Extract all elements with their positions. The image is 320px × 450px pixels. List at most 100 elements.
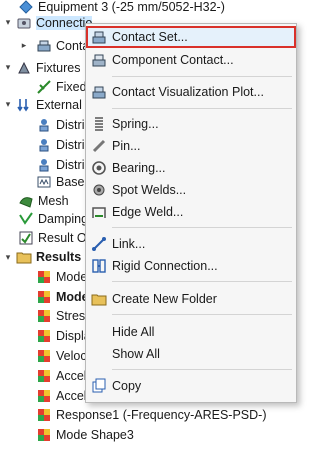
collapse-toggle[interactable]: ▾ xyxy=(2,99,14,110)
menu-separator xyxy=(112,76,292,77)
menu-label-create-new-folder: Create New Folder xyxy=(112,292,217,306)
plot-icon xyxy=(36,388,52,404)
menu-item-contact-set[interactable]: Contact Set... xyxy=(86,26,296,48)
tree-label-fixtures: Fixtures xyxy=(36,61,81,75)
tree-item-distributed-mass-1[interactable]: Distri xyxy=(36,114,84,136)
edge-weld-icon xyxy=(91,204,107,220)
menu-item-link[interactable]: Link... xyxy=(86,233,296,255)
spring-icon xyxy=(91,116,107,132)
menu-label-pin: Pin... xyxy=(112,139,141,153)
distributed-mass-icon xyxy=(36,137,52,153)
plot-icon xyxy=(36,427,52,443)
menu-separator xyxy=(112,314,292,315)
plot-icon xyxy=(36,407,52,423)
copy-icon xyxy=(91,378,107,394)
contact-icon xyxy=(36,38,52,54)
tree-label-distrib-2: Distri xyxy=(56,138,85,152)
menu-label-link: Link... xyxy=(112,237,146,251)
menu-separator xyxy=(112,227,292,228)
menu-separator xyxy=(112,281,292,282)
fixed-geometry-icon xyxy=(36,79,52,95)
plot-icon xyxy=(36,308,52,324)
tree-item-results[interactable]: Results xyxy=(16,246,81,268)
loads-icon xyxy=(16,97,32,113)
menu-separator xyxy=(112,369,292,370)
results-folder-icon xyxy=(16,249,32,265)
distributed-mass-icon xyxy=(36,117,52,133)
tree-label-mesh: Mesh xyxy=(38,194,69,208)
plot-icon xyxy=(36,289,52,305)
menu-label-rigid-connection: Rigid Connection... xyxy=(112,259,218,273)
collapse-toggle[interactable]: ▾ xyxy=(2,62,14,73)
menu-label-edge-weld: Edge Weld... xyxy=(112,205,184,219)
tree-label-damping: Damping xyxy=(38,212,89,226)
tree-label-external-loads: External L xyxy=(36,98,93,112)
tree-item-connections[interactable]: Connectio xyxy=(16,12,93,34)
tree-item-contact[interactable]: Conta xyxy=(36,35,89,57)
tree-label-velocity: Veloc xyxy=(56,349,87,363)
menu-item-edge-weld[interactable]: Edge Weld... xyxy=(86,201,296,223)
tree-item-distributed-mass-2[interactable]: Distri xyxy=(36,134,84,156)
menu-label-show-all: Show All xyxy=(112,347,160,361)
plot-icon xyxy=(36,348,52,364)
tree-item-external-loads[interactable]: External L xyxy=(16,94,92,116)
menu-label-contact-set: Contact Set... xyxy=(112,30,188,44)
menu-item-spring[interactable]: Spring... xyxy=(86,113,296,135)
link-icon xyxy=(91,236,107,252)
collapse-toggle[interactable]: ▾ xyxy=(2,252,14,263)
result-options-icon xyxy=(18,230,34,246)
tree-label-distrib-3: Distri xyxy=(56,158,85,172)
menu-item-copy[interactable]: Copy xyxy=(86,375,296,397)
bearing-icon xyxy=(91,160,107,176)
menu-item-spot-welds[interactable]: Spot Welds... xyxy=(86,179,296,201)
tree-label-results: Results xyxy=(36,250,82,264)
menu-item-create-new-folder[interactable]: Create New Folder xyxy=(86,288,296,310)
contact-plot-icon xyxy=(91,84,107,100)
mesh-icon xyxy=(18,193,34,209)
fixtures-icon xyxy=(16,60,32,76)
base-excitation-icon xyxy=(36,174,52,190)
tree-label-distrib-1: Distri xyxy=(56,118,85,132)
tree-item-mode-1[interactable]: Mode xyxy=(36,266,87,288)
connections-icon xyxy=(16,15,32,31)
contact-set-icon xyxy=(91,29,107,45)
tree-label-mode-2: Mode xyxy=(56,290,89,304)
tree-item-displacement[interactable]: Displa xyxy=(36,325,91,347)
menu-item-bearing[interactable]: Bearing... xyxy=(86,157,296,179)
plot-icon xyxy=(36,368,52,384)
menu-label-copy: Copy xyxy=(112,379,142,393)
menu-label-spring: Spring... xyxy=(112,117,159,131)
menu-label-spot-welds: Spot Welds... xyxy=(112,183,187,197)
plot-icon xyxy=(36,328,52,344)
tree-label-accel-2: Accel xyxy=(56,389,87,403)
tree-label-connections: Connectio xyxy=(36,16,93,30)
menu-label-contact-visualization: Contact Visualization Plot... xyxy=(112,85,264,99)
tree-label-mode-1: Mode xyxy=(56,270,88,284)
menu-item-contact-visualization[interactable]: Contact Visualization Plot... xyxy=(86,81,296,103)
menu-item-rigid-connection[interactable]: Rigid Connection... xyxy=(86,255,296,277)
spot-weld-icon xyxy=(91,182,107,198)
menu-item-hide-all[interactable]: Hide All xyxy=(86,321,296,343)
context-menu: Contact Set... Component Contact... Cont… xyxy=(85,23,297,403)
menu-label-hide-all: Hide All xyxy=(112,325,155,339)
menu-separator xyxy=(112,108,292,109)
expand-toggle[interactable]: ▸ xyxy=(18,40,30,51)
pin-icon xyxy=(91,138,107,154)
damping-icon xyxy=(18,211,34,227)
menu-item-pin[interactable]: Pin... xyxy=(86,135,296,157)
menu-label-bearing: Bearing... xyxy=(112,161,166,175)
collapse-toggle[interactable]: ▾ xyxy=(2,17,14,28)
menu-item-show-all[interactable]: Show All xyxy=(86,343,296,365)
tree-item-stress[interactable]: Stress xyxy=(36,305,91,327)
new-folder-icon xyxy=(91,291,107,307)
tree-item-response1[interactable]: Response1 (-Frequency-ARES-PSD-) xyxy=(36,404,267,426)
tree-item-mode-shape3[interactable]: Mode Shape3 xyxy=(36,424,134,446)
plot-icon xyxy=(36,269,52,285)
tree-item-velocity[interactable]: Veloc xyxy=(36,345,87,367)
tree-label-mode-shape3: Mode Shape3 xyxy=(56,428,134,442)
tree-label-base: Base xyxy=(56,175,85,189)
rigid-connection-icon xyxy=(91,258,107,274)
menu-item-component-contact[interactable]: Component Contact... xyxy=(86,49,296,71)
component-contact-icon xyxy=(91,52,107,68)
tree-label-response1: Response1 (-Frequency-ARES-PSD-) xyxy=(56,408,267,422)
